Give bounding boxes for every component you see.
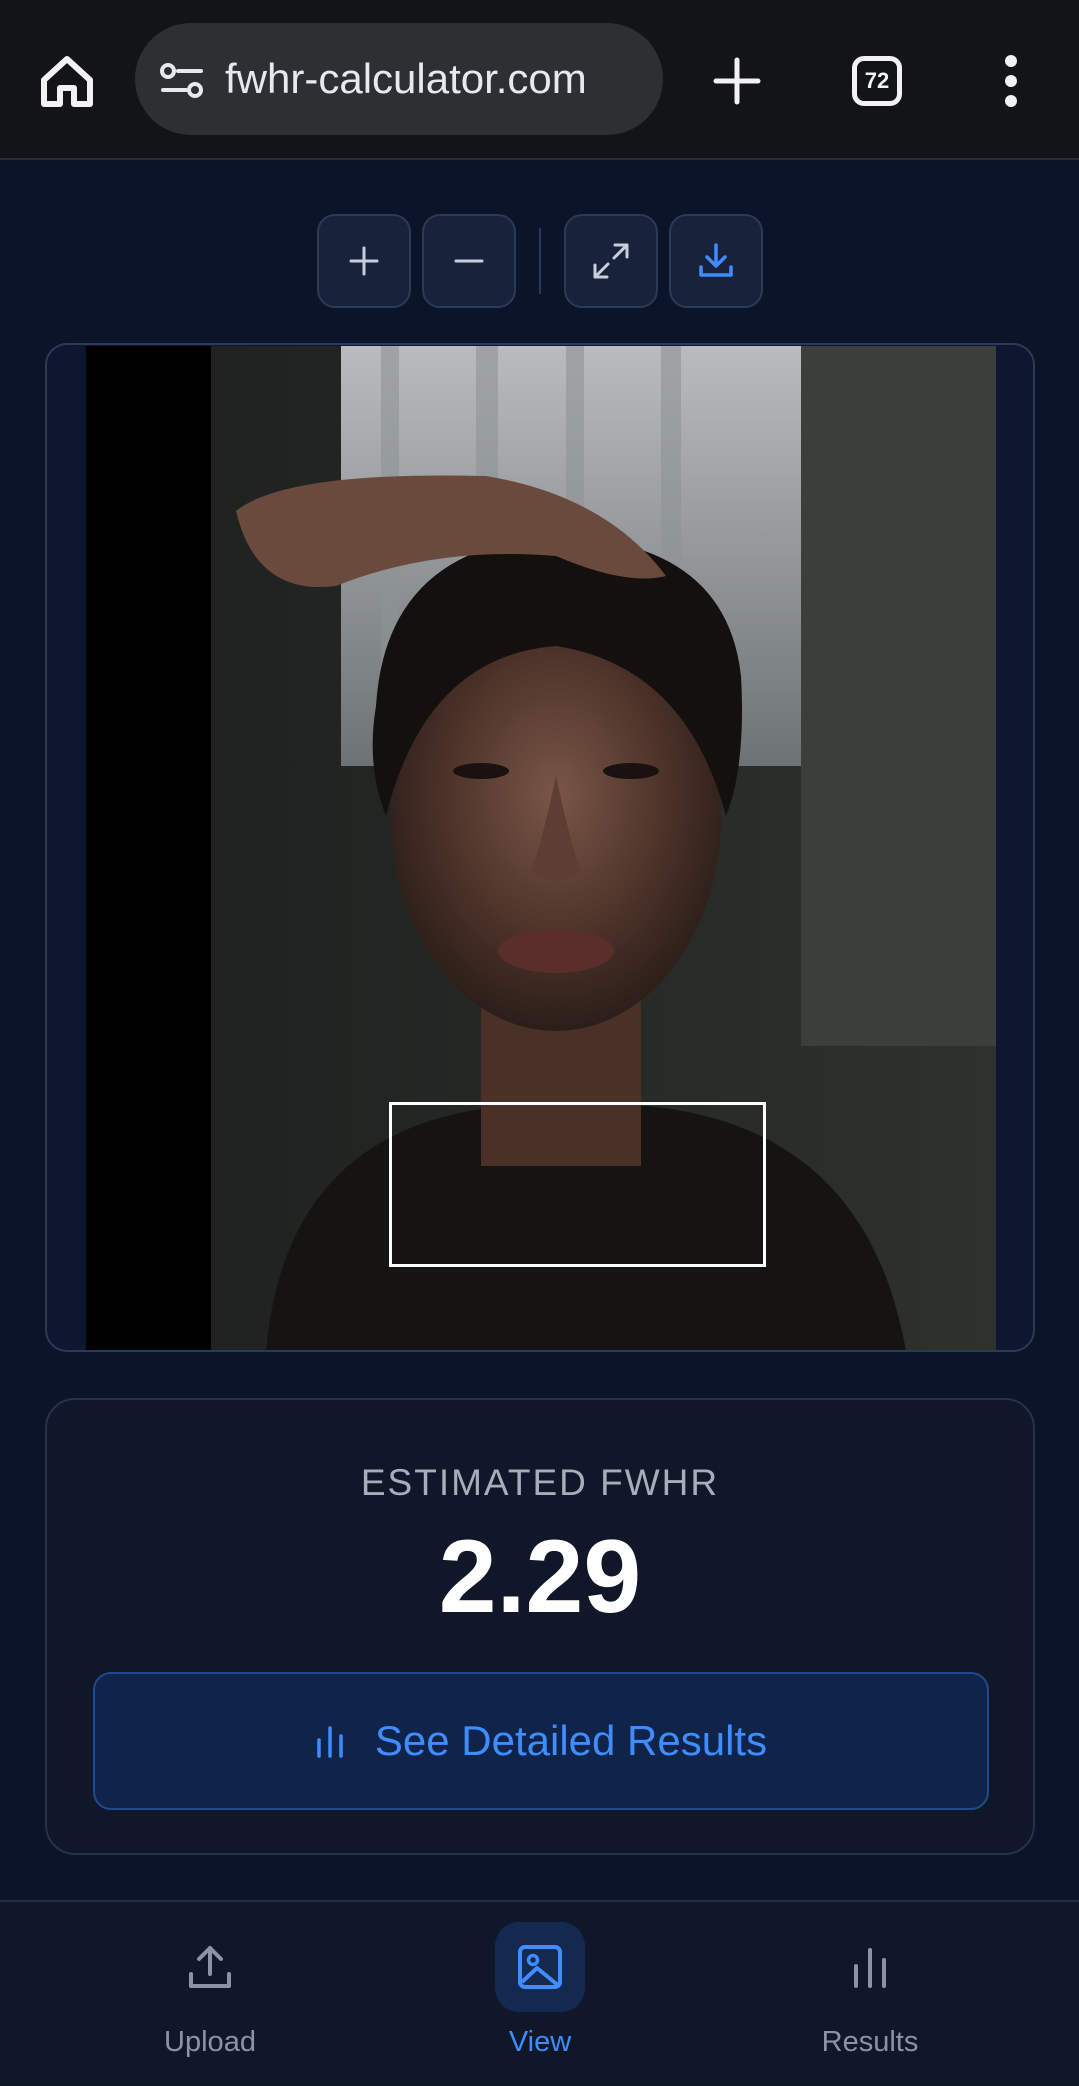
upload-icon <box>189 1946 231 1988</box>
fwhr-value: 2.29 <box>438 1519 642 1635</box>
see-detailed-results-button[interactable]: See Detailed Results <box>93 1672 989 1810</box>
fullscreen-button[interactable] <box>564 214 658 308</box>
nav-item-view[interactable]: View <box>430 1902 650 2086</box>
nav-label: View <box>508 2026 572 2058</box>
details-button-label: See Detailed Results <box>374 1717 768 1764</box>
nav-label: Upload <box>164 2026 256 2058</box>
zoom-out-button[interactable] <box>422 214 516 308</box>
new-tab-button[interactable] <box>712 56 762 106</box>
nav-icon-container <box>165 1922 255 2012</box>
download-button[interactable] <box>669 214 763 308</box>
home-icon <box>41 56 93 107</box>
nav-icon-container <box>825 1922 915 2012</box>
result-label: ESTIMATED FWHR <box>360 1462 720 1503</box>
bottom-navigation: Upload View Results <box>0 1900 1079 2084</box>
nav-item-results[interactable]: Results <box>760 1902 980 2086</box>
bar-chart-icon <box>854 1948 886 1988</box>
zoom-in-button[interactable] <box>317 214 411 308</box>
minus-icon <box>454 259 484 263</box>
nav-icon-container <box>495 1922 585 2012</box>
tab-count: 72 <box>864 68 890 93</box>
home-button[interactable] <box>38 52 96 110</box>
site-settings-icon[interactable] <box>159 61 205 101</box>
nav-label: Results <box>821 2026 919 2058</box>
image-viewer[interactable] <box>45 343 1035 1352</box>
result-card: ESTIMATED FWHR 2.29 See Detailed Results <box>45 1398 1035 1855</box>
address-bar[interactable]: fwhr-calculator.com <box>135 23 663 135</box>
bar-chart-icon <box>317 1726 343 1758</box>
expand-icon <box>593 243 629 279</box>
more-vertical-icon <box>1005 55 1017 107</box>
plus-icon <box>349 246 379 276</box>
plus-icon <box>713 57 761 105</box>
toolbar-divider <box>539 228 541 294</box>
nav-item-upload[interactable]: Upload <box>100 1902 320 2086</box>
browser-toolbar: fwhr-calculator.com 72 <box>0 0 1079 160</box>
tab-switcher-button[interactable]: 72 <box>852 56 902 106</box>
download-icon <box>699 243 733 277</box>
fwhr-measurement-box <box>389 1102 766 1267</box>
url-text[interactable]: fwhr-calculator.com <box>225 23 587 135</box>
image-icon <box>518 1945 562 1989</box>
browser-menu-button[interactable] <box>998 54 1024 108</box>
